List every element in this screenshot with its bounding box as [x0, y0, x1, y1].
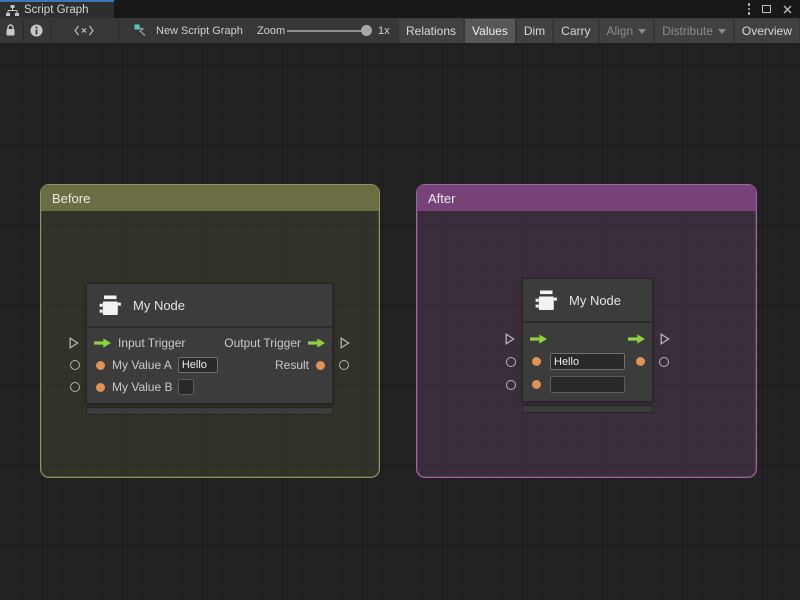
- distribute-dropdown[interactable]: Distribute: [655, 19, 733, 43]
- value-port-a[interactable]: [96, 361, 105, 370]
- zoom-slider-handle[interactable]: [361, 25, 372, 36]
- toolbar-buttons: Relations Values Dim Carry Align Distrib…: [399, 19, 800, 43]
- triangle-outline-icon: [340, 337, 350, 349]
- triangle-outline-icon: [660, 333, 670, 345]
- zoom-control: Zoom: [257, 18, 285, 43]
- port-row-trigger: Input Trigger Output Trigger: [87, 332, 332, 354]
- zoom-label: Zoom: [257, 25, 285, 37]
- port-label: Output Trigger: [224, 336, 301, 350]
- port-label: Result: [275, 358, 309, 372]
- node-footer-bar: [86, 407, 333, 415]
- script-graph-icon: [6, 5, 19, 16]
- port-row-trigger: [523, 327, 652, 350]
- window-controls: [748, 0, 793, 18]
- maximize-icon[interactable]: [762, 5, 771, 13]
- node-header[interactable]: My Node: [523, 279, 652, 323]
- carry-button[interactable]: Carry: [554, 19, 597, 43]
- node-footer-bar: [522, 405, 653, 413]
- port-row-value-a: My Value A Result: [87, 354, 332, 376]
- zoom-slider-track[interactable]: [287, 30, 368, 32]
- tab-script-graph[interactable]: Script Graph: [0, 0, 114, 18]
- external-value-port[interactable]: [70, 382, 80, 392]
- input-trigger-port[interactable]: [94, 338, 111, 348]
- zoom-value: 1x: [378, 18, 390, 43]
- external-value-port[interactable]: [339, 360, 349, 370]
- port-row-value-b: My Value B: [87, 376, 332, 398]
- port-row-value-a: [523, 350, 652, 373]
- flow-arrow-icon: [628, 334, 645, 344]
- port-label: Input Trigger: [118, 336, 185, 350]
- info-icon: [30, 24, 43, 37]
- value-port-b[interactable]: [96, 383, 105, 392]
- values-button[interactable]: Values: [465, 19, 515, 43]
- dim-button[interactable]: Dim: [517, 19, 552, 43]
- close-icon[interactable]: [783, 5, 792, 14]
- triangle-outline-icon: [505, 333, 515, 345]
- flow-arrow-icon: [94, 338, 111, 348]
- port-row-value-b: [523, 373, 652, 396]
- port-label: My Value A: [112, 358, 172, 372]
- script-machine-icon: [535, 290, 558, 311]
- tab-title: Script Graph: [24, 4, 89, 16]
- triangle-outline-icon: [69, 337, 79, 349]
- flow-arrow-icon: [308, 338, 325, 348]
- node-header[interactable]: My Node: [87, 284, 332, 328]
- external-flow-port[interactable]: [505, 333, 515, 345]
- external-flow-port[interactable]: [69, 337, 79, 349]
- node-ports: Input Trigger Output Trigger: [87, 328, 332, 403]
- node-ports: [523, 323, 652, 401]
- node-title: My Node: [133, 298, 185, 313]
- external-value-port[interactable]: [506, 380, 516, 390]
- info-button[interactable]: [30, 18, 43, 43]
- group-after-header[interactable]: After: [417, 185, 756, 211]
- external-value-port[interactable]: [70, 360, 80, 370]
- graph-name-button[interactable]: New Script Graph: [134, 18, 243, 43]
- align-dropdown[interactable]: Align: [600, 19, 654, 43]
- tab-bar: Script Graph: [0, 0, 800, 18]
- result-port[interactable]: [316, 361, 325, 370]
- output-trigger-port[interactable]: [628, 334, 645, 344]
- node-title: My Node: [569, 293, 621, 308]
- graph-toolbar: New Script Graph Zoom 1x Relations Value…: [0, 18, 800, 44]
- graph-canvas[interactable]: Before After My Node: [0, 44, 800, 600]
- chevron-down-icon: [638, 29, 646, 34]
- external-flow-port[interactable]: [340, 337, 350, 349]
- code-view-button[interactable]: [74, 18, 94, 43]
- code-xml-icon: [74, 25, 94, 36]
- node-my-node-after[interactable]: My Node: [522, 278, 653, 413]
- result-port[interactable]: [636, 357, 645, 366]
- external-value-port[interactable]: [506, 357, 516, 367]
- group-after-label: After: [428, 191, 455, 206]
- value-a-input[interactable]: [550, 353, 625, 370]
- port-label: My Value B: [112, 380, 172, 394]
- flow-arrow-icon: [530, 334, 547, 344]
- graph-name-label: New Script Graph: [156, 25, 243, 37]
- unity-script-graph-window: Script Graph: [0, 0, 800, 600]
- external-flow-port[interactable]: [660, 333, 670, 345]
- output-trigger-port[interactable]: [308, 338, 325, 348]
- window-menu-icon[interactable]: [748, 3, 751, 15]
- external-value-port[interactable]: [659, 357, 669, 367]
- value-port-b[interactable]: [532, 380, 541, 389]
- value-b-input[interactable]: [550, 376, 625, 393]
- script-machine-icon: [99, 295, 122, 316]
- lock-icon: [5, 24, 16, 37]
- lock-button[interactable]: [5, 18, 16, 43]
- group-before-label: Before: [52, 191, 90, 206]
- value-b-input[interactable]: [178, 379, 194, 395]
- relations-button[interactable]: Relations: [399, 19, 463, 43]
- node-my-node-before[interactable]: My Node Inpu: [86, 283, 333, 415]
- graph-node-link-icon: [134, 24, 149, 37]
- value-a-input[interactable]: [178, 357, 218, 373]
- input-trigger-port[interactable]: [530, 334, 547, 344]
- group-before-header[interactable]: Before: [41, 185, 379, 211]
- value-port-a[interactable]: [532, 357, 541, 366]
- overview-button[interactable]: Overview: [735, 19, 799, 43]
- chevron-down-icon: [718, 29, 726, 34]
